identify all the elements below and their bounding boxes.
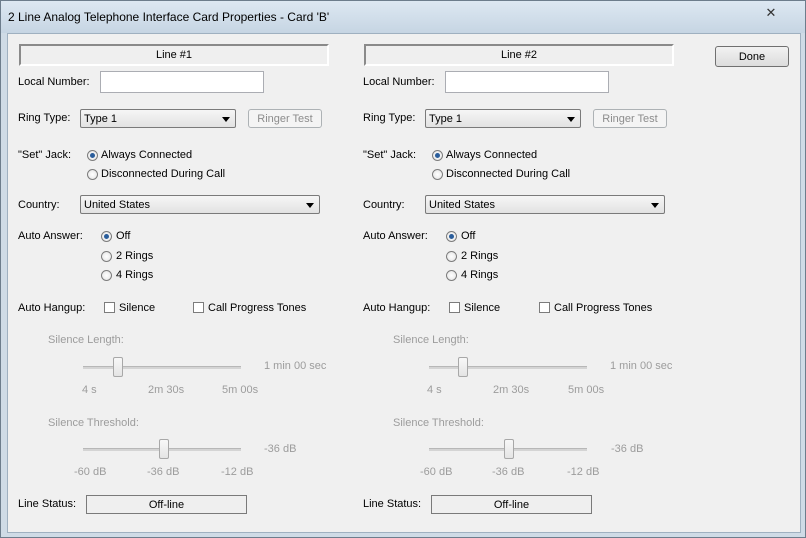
close-icon[interactable]: ✕: [759, 4, 783, 22]
line-2-silence-length-thumb[interactable]: [458, 357, 468, 377]
off-label: Off: [461, 230, 476, 242]
line-1-country-select[interactable]: United States: [80, 195, 320, 214]
auto-hangup-label: Auto Hangup:: [363, 302, 431, 314]
length-tick-max: 5m 00s: [222, 384, 259, 396]
line-2-auto-answer-2-rings-radio[interactable]: [446, 251, 457, 262]
chevron-down-icon: [567, 117, 575, 122]
line-1-ring-type-value: Type 1: [84, 113, 118, 125]
line-2-panel: Line #2 Local Number: Ring Type: Type 1 …: [353, 34, 693, 532]
set-jack-label: "Set" Jack:: [363, 149, 417, 161]
four-rings-label: 4 Rings: [116, 269, 154, 281]
chevron-down-icon: [306, 203, 314, 208]
line-1-header: Line #1: [19, 44, 329, 66]
line-1-auto-answer-2-rings-radio[interactable]: [101, 251, 112, 262]
line-1-silence-checkbox[interactable]: [104, 302, 115, 313]
line-1-silence-length-track[interactable]: [83, 366, 241, 369]
always-connected-label: Always Connected: [446, 149, 538, 161]
call-progress-tones-label: Call Progress Tones: [554, 302, 653, 314]
line-2-ring-type-select[interactable]: Type 1: [425, 109, 581, 128]
line-1-ringer-test-button[interactable]: Ringer Test: [248, 109, 322, 128]
line-2-auto-answer-off-radio[interactable]: [446, 231, 457, 242]
line-status-label: Line Status:: [18, 498, 77, 510]
line-1-disconnected-radio[interactable]: [87, 169, 98, 180]
line-1-auto-answer-off-radio[interactable]: [101, 231, 112, 242]
line-2-silence-threshold-value: -36 dB: [611, 443, 644, 455]
two-rings-label: 2 Rings: [116, 250, 154, 262]
line-2-silence-checkbox[interactable]: [449, 302, 460, 313]
line-1-silence-threshold-value: -36 dB: [264, 443, 297, 455]
done-button[interactable]: Done: [715, 46, 789, 67]
line-1-auto-answer-4-rings-radio[interactable]: [101, 270, 112, 281]
line-2-call-progress-tones-checkbox[interactable]: [539, 302, 550, 313]
line-2-disconnected-radio[interactable]: [432, 169, 443, 180]
always-connected-label: Always Connected: [101, 149, 193, 161]
local-number-label: Local Number:: [363, 76, 435, 88]
chevron-down-icon: [651, 203, 659, 208]
threshold-tick-max: -12 dB: [221, 466, 254, 478]
line-1-always-connected-radio[interactable]: [87, 150, 98, 161]
dialog-body: Line #1 Local Number: Ring Type: Type 1 …: [7, 33, 801, 533]
line-2-silence-threshold-thumb[interactable]: [504, 439, 514, 459]
length-tick-mid: 2m 30s: [148, 384, 185, 396]
title-bar[interactable]: 2 Line Analog Telephone Interface Card P…: [1, 1, 805, 33]
line-1-silence-length-value: 1 min 00 sec: [264, 360, 327, 372]
silence-label: Silence: [119, 302, 156, 314]
country-label: Country:: [363, 199, 405, 211]
local-number-label: Local Number:: [18, 76, 90, 88]
two-rings-label: 2 Rings: [461, 250, 499, 262]
length-tick-max: 5m 00s: [568, 384, 605, 396]
line-1-call-progress-tones-checkbox[interactable]: [193, 302, 204, 313]
line-1-status-value: Off-line: [86, 495, 247, 514]
line-2-ringer-test-button[interactable]: Ringer Test: [593, 109, 667, 128]
line-status-label: Line Status:: [363, 498, 422, 510]
chevron-down-icon: [222, 117, 230, 122]
silence-threshold-label: Silence Threshold:: [48, 417, 139, 429]
auto-hangup-label: Auto Hangup:: [18, 302, 86, 314]
line-2-header: Line #2: [364, 44, 674, 66]
window-title: 2 Line Analog Telephone Interface Card P…: [8, 10, 330, 24]
line-2-silence-length-track[interactable]: [429, 366, 587, 369]
line-2-silence-length-value: 1 min 00 sec: [610, 360, 673, 372]
silence-label: Silence: [464, 302, 501, 314]
line-1-panel: Line #1 Local Number: Ring Type: Type 1 …: [8, 34, 348, 532]
off-label: Off: [116, 230, 131, 242]
line-2-always-connected-radio[interactable]: [432, 150, 443, 161]
country-label: Country:: [18, 199, 60, 211]
line-2-status-value: Off-line: [431, 495, 592, 514]
line-2-auto-answer-4-rings-radio[interactable]: [446, 270, 457, 281]
silence-threshold-label: Silence Threshold:: [393, 417, 484, 429]
properties-window: 2 Line Analog Telephone Interface Card P…: [0, 0, 806, 538]
line-2-ring-type-value: Type 1: [429, 113, 463, 125]
line-2-country-select[interactable]: United States: [425, 195, 665, 214]
length-tick-min: 4 s: [427, 384, 442, 396]
threshold-tick-max: -12 dB: [567, 466, 600, 478]
ring-type-label: Ring Type:: [363, 112, 416, 124]
silence-length-label: Silence Length:: [48, 334, 124, 346]
threshold-tick-min: -60 dB: [420, 466, 453, 478]
line-1-local-number-input[interactable]: [100, 71, 264, 93]
auto-answer-label: Auto Answer:: [18, 230, 83, 242]
length-tick-min: 4 s: [82, 384, 97, 396]
set-jack-label: "Set" Jack:: [18, 149, 72, 161]
length-tick-mid: 2m 30s: [493, 384, 530, 396]
silence-length-label: Silence Length:: [393, 334, 469, 346]
line-1-country-value: United States: [84, 199, 151, 211]
four-rings-label: 4 Rings: [461, 269, 499, 281]
threshold-tick-mid: -36 dB: [492, 466, 525, 478]
line-2-local-number-input[interactable]: [445, 71, 609, 93]
line-1-silence-threshold-thumb[interactable]: [159, 439, 169, 459]
threshold-tick-min: -60 dB: [74, 466, 107, 478]
threshold-tick-mid: -36 dB: [147, 466, 180, 478]
line-1-silence-length-thumb[interactable]: [113, 357, 123, 377]
disconnected-during-call-label: Disconnected During Call: [101, 168, 226, 180]
call-progress-tones-label: Call Progress Tones: [208, 302, 307, 314]
auto-answer-label: Auto Answer:: [363, 230, 428, 242]
disconnected-during-call-label: Disconnected During Call: [446, 168, 571, 180]
line-2-country-value: United States: [429, 199, 496, 211]
ring-type-label: Ring Type:: [18, 112, 71, 124]
line-1-ring-type-select[interactable]: Type 1: [80, 109, 236, 128]
